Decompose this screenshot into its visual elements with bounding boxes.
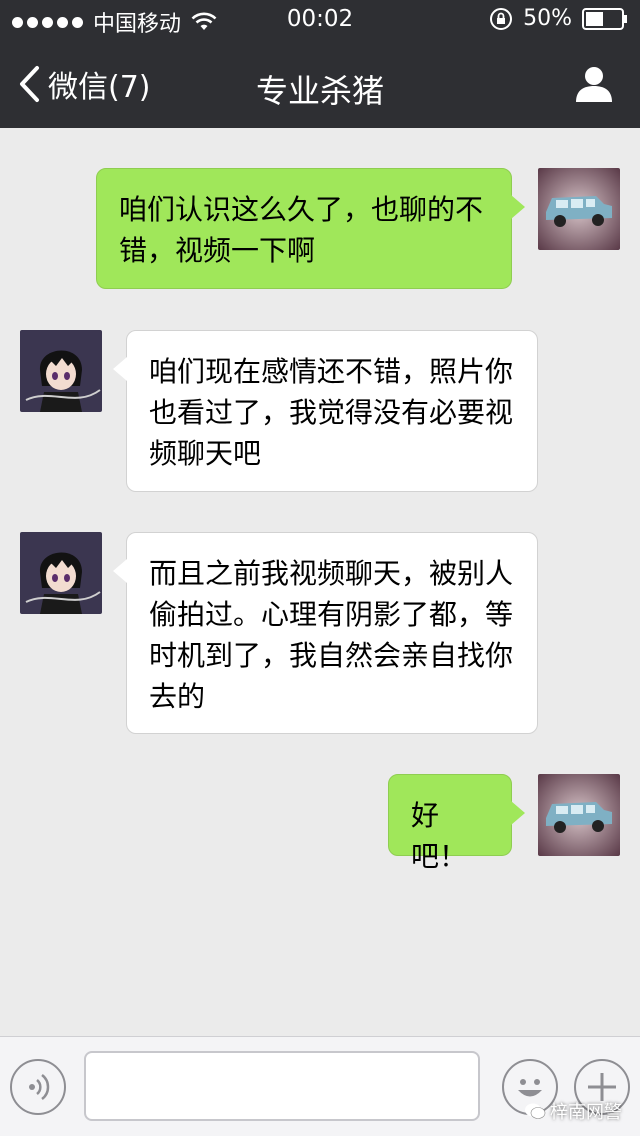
message-bubble-incoming[interactable]: 而且之前我视频聊天，被别人偷拍过。心理有阴影了都，等时机到了，我自然会亲自找你去…: [113, 532, 538, 734]
chat-screen: 中国移动 00:02 50% 微信(7) 专业杀猪 咱们认识这么久了，也聊的不错…: [0, 0, 640, 1136]
person-icon[interactable]: [574, 64, 614, 104]
battery-icon: [582, 7, 627, 30]
message-bubble-outgoing[interactable]: 咱们认识这么久了，也聊的不错，视频一下啊: [96, 168, 525, 289]
voice-icon: [29, 1074, 50, 1100]
nav-bar: 微信(7) 专业杀猪: [0, 40, 640, 128]
message-text: 而且之前我视频聊天，被别人偷拍过。心理有阴影了都，等时机到了，我自然会亲自找你去…: [149, 557, 514, 713]
anime-avatar-image: [20, 330, 102, 412]
voice-button[interactable]: [10, 1059, 66, 1115]
car-avatar-image: [538, 774, 620, 856]
message-input[interactable]: [84, 1051, 480, 1121]
message-bubble-incoming[interactable]: 咱们现在感情还不错，照片你也看过了，我觉得没有必要视频聊天吧: [113, 330, 538, 492]
wechat-logo-icon: [525, 1103, 546, 1119]
message-bubble-outgoing[interactable]: 好吧！: [388, 774, 525, 873]
message-text: 咱们认识这么久了，也聊的不错，视频一下啊: [119, 193, 484, 267]
my-avatar[interactable]: [538, 168, 620, 250]
my-avatar[interactable]: [538, 774, 620, 856]
car-avatar-image: [538, 168, 620, 250]
anime-avatar-image: [20, 532, 102, 614]
watermark-text: 梓南网警: [550, 1102, 622, 1123]
watermark: 梓南网警: [524, 1098, 622, 1124]
status-right: 50%: [489, 6, 628, 31]
chat-title: 专业杀猪: [255, 72, 384, 110]
contact-avatar[interactable]: [20, 330, 102, 412]
message-text: 好吧！: [411, 799, 468, 873]
battery-percent: 50%: [523, 6, 572, 31]
message-text: 咱们现在感情还不错，照片你也看过了，我觉得没有必要视频聊天吧: [149, 355, 514, 470]
contact-avatar[interactable]: [20, 532, 102, 614]
status-bar: 中国移动 00:02 50%: [0, 0, 640, 40]
rotation-lock-icon: [490, 7, 513, 30]
